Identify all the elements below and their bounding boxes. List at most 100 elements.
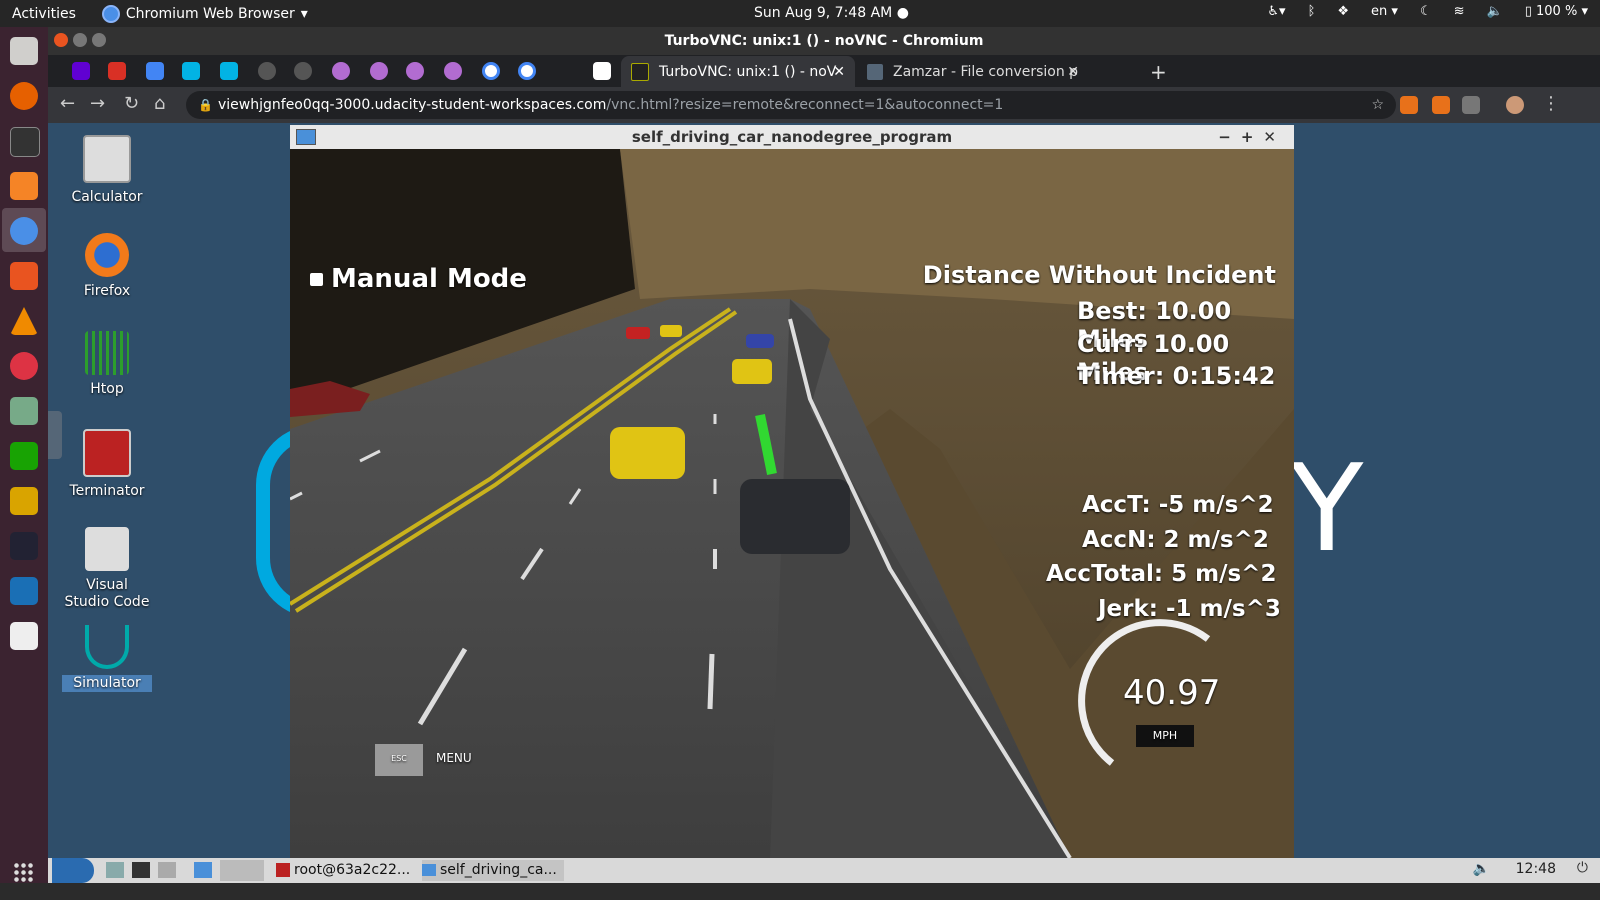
document-viewer-icon[interactable] xyxy=(10,622,38,650)
volume-tray-icon[interactable]: 🔈 xyxy=(1473,861,1490,877)
extension-icon-2[interactable] xyxy=(1432,96,1450,114)
dock xyxy=(0,27,48,900)
terminator-icon xyxy=(83,429,131,477)
close-window-button[interactable] xyxy=(54,33,68,47)
gmail-pinned-tab[interactable] xyxy=(108,62,126,80)
yahoo-mail-pinned-tab[interactable] xyxy=(72,62,90,80)
file-manager-icon[interactable] xyxy=(106,862,124,878)
mathematica-icon[interactable] xyxy=(10,577,38,605)
mode-checkbox[interactable] xyxy=(310,272,323,286)
bookmark-star-icon[interactable]: ☆ xyxy=(1371,91,1384,119)
wifi-icon: ≋ xyxy=(1453,4,1465,19)
terminal-icon[interactable] xyxy=(10,127,40,157)
software-icon[interactable] xyxy=(10,262,38,290)
desktop-icon-terminator[interactable]: Terminator xyxy=(62,429,152,500)
apps-small-icon[interactable] xyxy=(10,487,38,515)
show-apps-icon[interactable] xyxy=(13,862,35,884)
desktop-icon-simulator[interactable]: Simulator xyxy=(62,625,152,692)
window-launcher-icon[interactable] xyxy=(194,862,212,878)
taskbar-simulator-window[interactable]: self_driving_ca... xyxy=(422,860,564,881)
spreadsheet-icon[interactable] xyxy=(10,442,38,470)
forward-icon[interactable]: → xyxy=(90,93,105,114)
navigation-bar: ← → ↻ ⌂ 🔒 viewhjgnfeo0qq-3000.udacity-st… xyxy=(48,87,1600,123)
translate-pinned-tab[interactable] xyxy=(146,62,164,80)
tab-zamzar[interactable]: Zamzar - File conversion p ✕ xyxy=(857,56,1089,87)
window-menu-icon[interactable] xyxy=(296,129,316,145)
menu-label[interactable]: MENU xyxy=(436,751,472,765)
desktop-pager[interactable] xyxy=(220,860,264,881)
red-car xyxy=(626,327,650,339)
github-pinned-tab-2[interactable] xyxy=(294,62,312,80)
language-indicator[interactable]: en ▾ xyxy=(1371,4,1398,19)
maximize-window-button[interactable] xyxy=(92,33,106,47)
chromium-icon xyxy=(101,4,120,23)
minimize-window-button[interactable] xyxy=(73,33,87,47)
speed-unit: MPH xyxy=(1152,729,1178,742)
udacity-pinned-tab-2[interactable] xyxy=(220,62,238,80)
menu-dots-icon[interactable]: ⋮ xyxy=(1542,93,1560,114)
terminal-launcher-icon[interactable] xyxy=(132,862,150,878)
dock-handle[interactable] xyxy=(48,411,62,459)
google-pinned-tab-2[interactable] xyxy=(518,62,536,80)
google-pinned-tab[interactable] xyxy=(482,62,500,80)
desktop-icon-calculator[interactable]: Calculator xyxy=(62,135,152,206)
taskbar-terminal[interactable]: root@63a2c22... xyxy=(276,860,418,881)
bluetooth-icon[interactable]: ᛒ xyxy=(1308,4,1316,19)
battery-label: 100 % xyxy=(1536,4,1578,19)
calculator-label: Calculator xyxy=(71,189,143,205)
app-menu[interactable]: Chromium Web Browser ▾ xyxy=(101,4,308,23)
video-pinned-tab[interactable] xyxy=(332,62,350,80)
vlc-icon[interactable] xyxy=(10,307,38,335)
yellow-car-2 xyxy=(732,359,772,384)
activities-button[interactable]: Activities xyxy=(12,6,76,22)
window-title: TurboVNC: unix:1 () - noVNC - Chromium xyxy=(48,27,1600,55)
top-bar: Activities Chromium Web Browser ▾ Sun Au… xyxy=(0,0,1600,27)
firefox-dock-icon[interactable] xyxy=(10,82,38,110)
address-bar[interactable]: 🔒 viewhjgnfeo0qq-3000.udacity-student-wo… xyxy=(186,91,1396,119)
dropbox-icon[interactable]: ❖ xyxy=(1337,4,1349,19)
start-menu-button[interactable] xyxy=(52,858,94,883)
close-tab-icon[interactable]: ✕ xyxy=(1067,64,1079,80)
sublime-icon[interactable] xyxy=(10,172,38,200)
mode-indicator[interactable]: Manual Mode xyxy=(310,264,527,294)
settings-icon[interactable] xyxy=(10,352,38,380)
video-pinned-tab-3[interactable] xyxy=(406,62,424,80)
bottom-strip xyxy=(0,883,1600,900)
terminator-label: Terminator xyxy=(69,483,145,499)
new-tab-button[interactable]: + xyxy=(1150,60,1167,84)
video-pinned-tab-2[interactable] xyxy=(370,62,388,80)
notification-dot-icon: ● xyxy=(896,5,909,21)
extension-icon[interactable] xyxy=(1400,96,1418,114)
url-host: viewhjgnfeo0qq-3000.udacity-student-work… xyxy=(218,97,607,113)
amazon-pinned-tab[interactable] xyxy=(593,62,611,80)
screenshot-icon[interactable] xyxy=(10,397,38,425)
simulator-window-titlebar[interactable]: self_driving_car_nanodegree_program −+✕ xyxy=(290,125,1294,149)
browser-launcher-icon[interactable] xyxy=(158,862,176,878)
clock[interactable]: Sun Aug 9, 7:48 AM ● xyxy=(754,5,909,21)
esc-key[interactable]: ESC xyxy=(375,754,423,763)
tab-turbovnc-label: TurboVNC: unix:1 () - noV xyxy=(659,63,837,80)
desktop-icon-vscode[interactable]: Visual Studio Code xyxy=(62,527,152,611)
desktop-icon-htop[interactable]: Htop xyxy=(62,331,152,398)
window-controls[interactable]: −+✕ xyxy=(1218,125,1286,149)
battery-indicator[interactable]: ▯ 100 % ▾ xyxy=(1525,4,1588,19)
udacity-pinned-tab[interactable] xyxy=(182,62,200,80)
tex-icon[interactable] xyxy=(10,532,38,560)
profile-avatar[interactable] xyxy=(1506,96,1524,114)
firefox-icon xyxy=(85,233,129,277)
home-icon[interactable]: ⌂ xyxy=(154,93,165,114)
power-icon[interactable]: ⏻ xyxy=(1577,860,1588,876)
desktop-icon-firefox[interactable]: Firefox xyxy=(62,233,152,300)
video-pinned-tab-4[interactable] xyxy=(444,62,462,80)
chromium-dock-icon[interactable] xyxy=(10,217,38,245)
close-tab-icon[interactable]: ✕ xyxy=(833,64,845,80)
extension-icon-3[interactable] xyxy=(1462,96,1480,114)
lane-dash-4 xyxy=(707,653,715,710)
tab-turbovnc[interactable]: TurboVNC: unix:1 () - noV ✕ xyxy=(621,56,855,87)
reload-icon[interactable]: ↻ xyxy=(124,93,139,114)
back-icon[interactable]: ← xyxy=(60,93,75,114)
system-tray[interactable]: ♿▾ ᛒ ❖ en ▾ ☾ ≋ 🔈 ▯ 100 % ▾ xyxy=(1267,4,1588,19)
accessibility-icon[interactable]: ♿▾ xyxy=(1267,4,1285,19)
github-pinned-tab[interactable] xyxy=(258,62,276,80)
files-icon[interactable] xyxy=(10,37,38,65)
